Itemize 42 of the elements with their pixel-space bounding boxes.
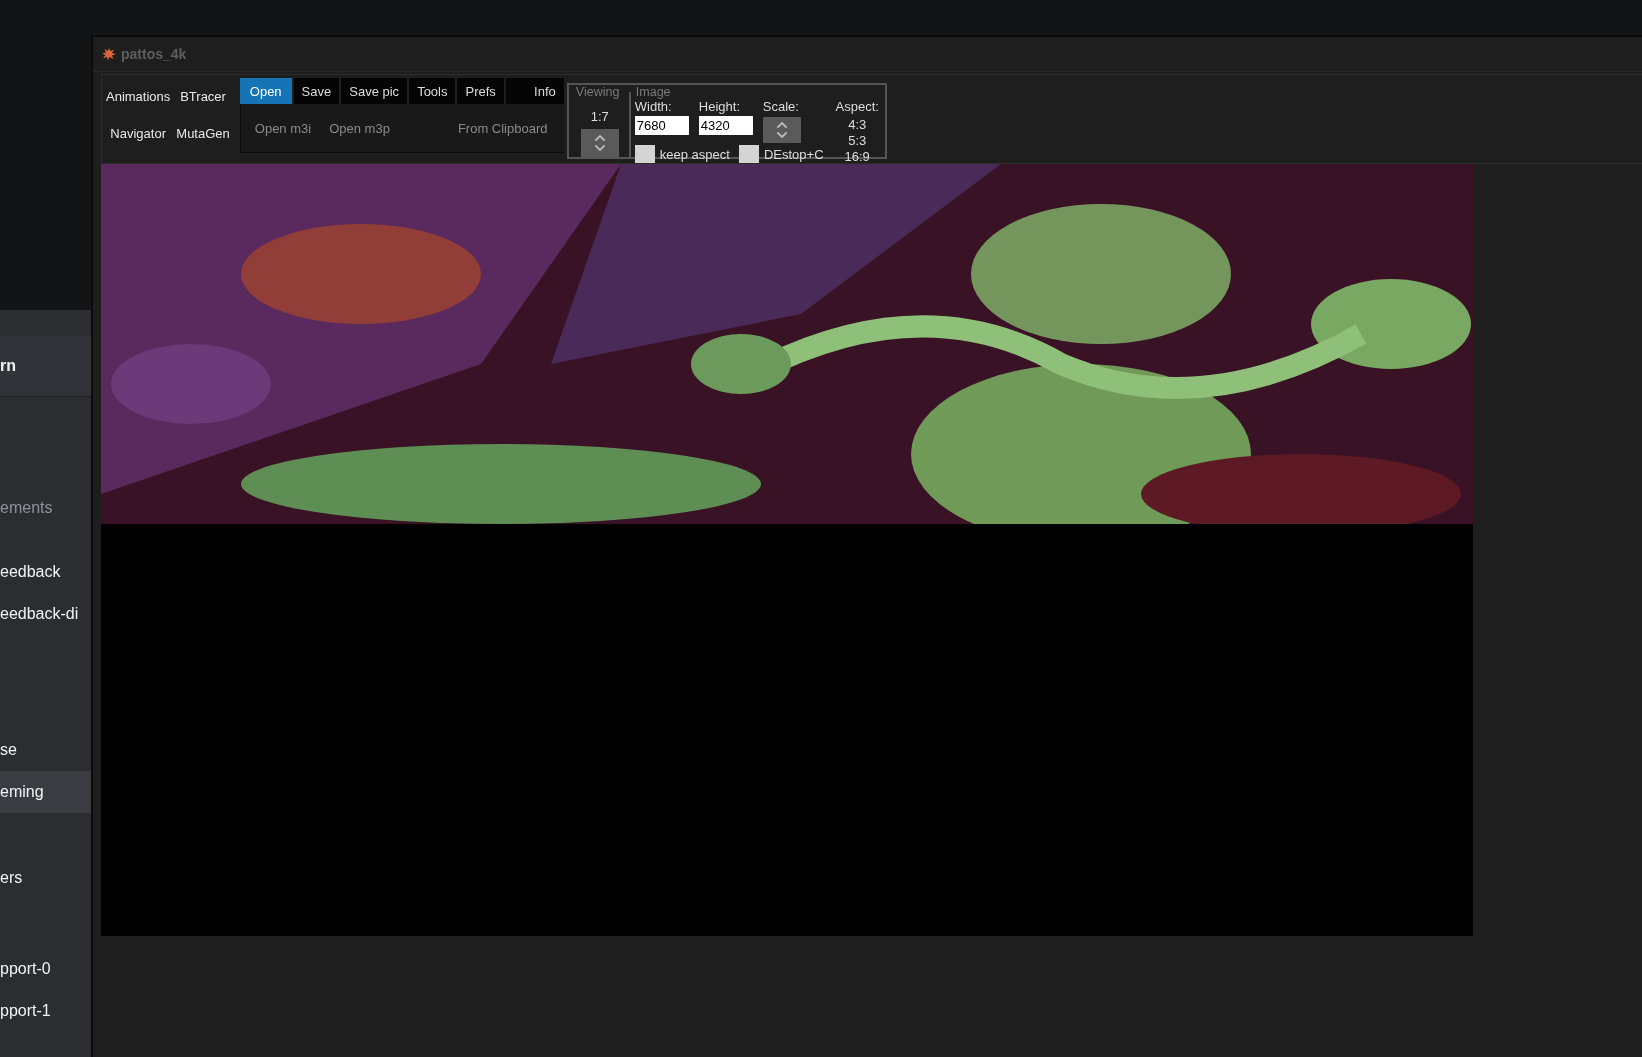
channel-item[interactable]: eedback <box>0 551 91 593</box>
nav-button[interactable]: BTracer <box>174 87 232 106</box>
channel-item[interactable]: pport-1 <box>0 990 91 1032</box>
app-icon <box>101 46 117 62</box>
aspect-option[interactable]: 5:3 <box>848 132 867 148</box>
tab[interactable]: Open <box>239 78 292 104</box>
zoom-spinner[interactable] <box>580 129 619 157</box>
nav-button[interactable]: Navigator <box>104 124 173 143</box>
action-button[interactable]: From Clipboard <box>453 118 556 138</box>
tab[interactable]: Save <box>293 78 340 104</box>
checkbox[interactable] <box>738 145 759 163</box>
action-button[interactable]: Open m3p <box>325 118 398 138</box>
channel-item[interactable]: pport-0 <box>0 948 91 990</box>
channel-item[interactable]: se <box>0 729 91 771</box>
nav-button[interactable]: Animations <box>104 87 173 106</box>
checkbox-label: keep aspect <box>659 146 730 162</box>
checkbox-label: DEstop+C <box>763 146 824 162</box>
group-legend: Image <box>634 85 672 99</box>
action-button[interactable]: Open m3i <box>250 118 320 138</box>
aspect-option[interactable]: 16:9 <box>844 148 870 164</box>
server-header[interactable]: rn <box>0 336 91 397</box>
channel-item[interactable]: eming <box>0 771 91 813</box>
group-legend: Viewing <box>574 85 621 99</box>
field-label: Height: <box>698 99 740 114</box>
tab[interactable]: Info <box>505 78 564 104</box>
width-field[interactable]: 7680 <box>634 116 689 135</box>
field-label: Scale: <box>762 99 799 114</box>
window-title: pattos_4k <box>121 46 187 62</box>
channel-item[interactable]: eedback-di <box>0 593 91 635</box>
nav-button[interactable]: MutaGen <box>174 124 232 143</box>
tab[interactable]: Save pic <box>341 78 408 104</box>
field-label: Width: <box>634 99 672 114</box>
channel-item[interactable]: ers <box>0 857 91 899</box>
aspect-option[interactable]: 4:3 <box>848 116 867 132</box>
category-label: ements <box>0 498 54 518</box>
checkbox[interactable] <box>634 145 655 163</box>
tab[interactable]: Prefs <box>457 78 504 104</box>
height-field[interactable]: 4320 <box>698 116 753 135</box>
tab[interactable]: Tools <box>409 78 456 104</box>
zoom-value: 1:7 <box>590 109 609 124</box>
scale-spinner[interactable] <box>762 117 801 143</box>
field-label: Aspect: <box>835 99 879 114</box>
